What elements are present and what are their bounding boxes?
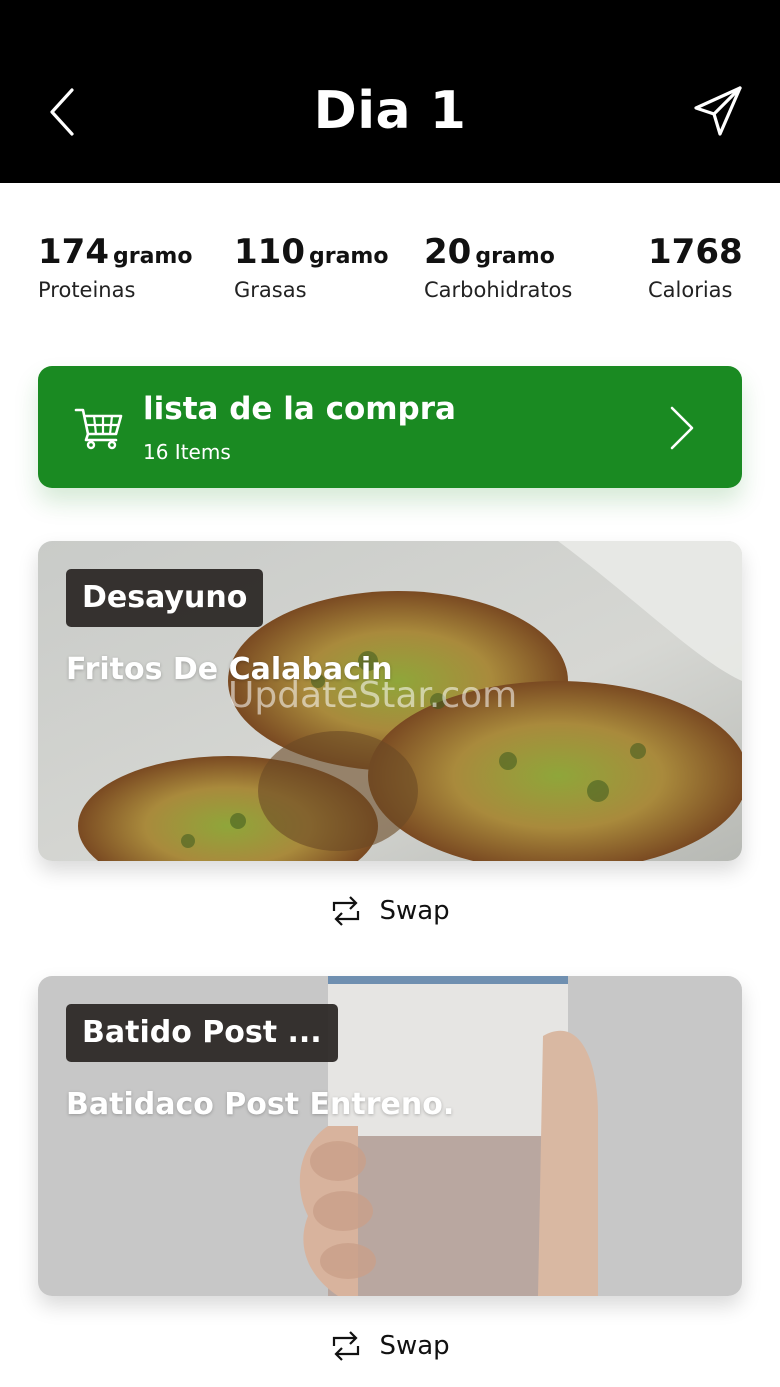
meal-type-badge: Batido Post ...	[66, 1004, 338, 1062]
cart-icon	[74, 408, 123, 450]
paper-plane-icon	[694, 86, 742, 136]
macro-value: 20	[424, 232, 472, 272]
macro-value: 1768	[648, 232, 743, 272]
shopping-list-title: lista de la compra	[143, 391, 456, 427]
macro-label: Grasas	[234, 278, 307, 302]
swap-icon	[333, 896, 360, 926]
shopping-list-count: 16 Items	[143, 440, 231, 464]
macro-unit: gramo	[475, 244, 555, 269]
macro-fat: 110 gramo Grasas	[234, 228, 388, 302]
macro-label: Calorias	[648, 278, 733, 302]
page-title: Dia 1	[313, 81, 467, 141]
swap-label: Swap	[379, 896, 450, 926]
macro-label: Proteinas	[38, 278, 136, 302]
macro-calories: 1768 Calorias	[648, 228, 743, 302]
meal-type-badge: Desayuno	[66, 569, 264, 627]
shopping-list-button[interactable]: lista de la compra 16 Items	[38, 366, 742, 488]
swap-icon	[333, 1331, 360, 1361]
meal-card-breakfast[interactable]: Desayuno Fritos De Calabacin UpdateStar.…	[38, 541, 742, 861]
watermark: UpdateStar.com	[228, 675, 518, 716]
share-button[interactable]	[690, 84, 746, 140]
macro-value: 110	[234, 232, 305, 272]
swap-button[interactable]: Swap	[0, 1324, 780, 1368]
macro-carbs: 20 gramo Carbohidratos	[424, 228, 572, 302]
macro-value: 174	[38, 232, 109, 272]
macro-unit: gramo	[112, 244, 193, 269]
macro-unit: gramo	[308, 244, 389, 269]
app-header: Dia 1	[0, 0, 780, 183]
swap-button[interactable]: Swap	[0, 889, 780, 933]
meal-card-shake[interactable]: Batido Post ... Batidaco Post Entreno.	[38, 976, 742, 1296]
meal-name: Batidaco Post Entreno.	[66, 1087, 455, 1122]
chevron-right-icon	[670, 406, 694, 450]
macro-label: Carbohidratos	[424, 278, 573, 302]
swap-label: Swap	[379, 1331, 450, 1361]
macros-summary: 174 gramo Proteinas 110 gramo Grasas 20 gra…	[38, 228, 748, 318]
macro-protein: 174 gramo Proteinas	[38, 228, 192, 302]
